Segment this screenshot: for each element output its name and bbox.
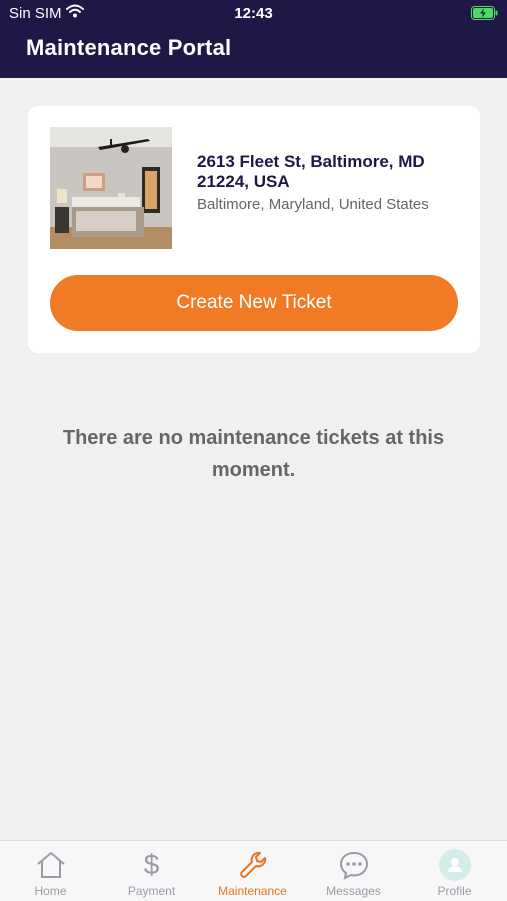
- tab-payment[interactable]: $ Payment: [101, 841, 202, 901]
- property-card: 2613 Fleet St, Baltimore, MD 21224, USA …: [28, 106, 480, 353]
- page-title: Maintenance Portal: [26, 35, 232, 60]
- profile-icon: [438, 849, 472, 881]
- tab-label: Maintenance: [218, 884, 287, 898]
- home-icon: [35, 849, 67, 881]
- chat-icon: [338, 849, 370, 881]
- tab-profile[interactable]: Profile: [404, 841, 505, 901]
- status-time: 12:43: [234, 5, 273, 22]
- battery-charging-icon: [471, 6, 498, 25]
- wrench-icon: [238, 849, 268, 881]
- tab-bar: Home $ Payment Maintenance Messages Prof…: [0, 840, 507, 901]
- property-photo: [50, 127, 172, 249]
- status-bar: Sin SIM 12:43: [0, 0, 507, 28]
- app-header: Sin SIM 12:43 Maintenance Portal: [0, 0, 507, 78]
- property-address: 2613 Fleet St, Baltimore, MD 21224, USA: [197, 152, 425, 191]
- dollar-icon: $: [143, 849, 160, 880]
- tab-maintenance[interactable]: Maintenance: [202, 841, 303, 901]
- tab-label: Payment: [127, 884, 176, 898]
- empty-state-message: There are no maintenance tickets at this…: [62, 427, 445, 481]
- tab-label: Messages: [326, 884, 381, 898]
- tab-home[interactable]: Home: [0, 841, 101, 901]
- property-location: Baltimore, Maryland, United States: [197, 196, 429, 213]
- tab-messages[interactable]: Messages: [303, 841, 404, 901]
- tab-label: Profile: [437, 884, 472, 898]
- create-ticket-button[interactable]: Create New Ticket: [50, 275, 458, 331]
- tab-label: Home: [34, 884, 67, 898]
